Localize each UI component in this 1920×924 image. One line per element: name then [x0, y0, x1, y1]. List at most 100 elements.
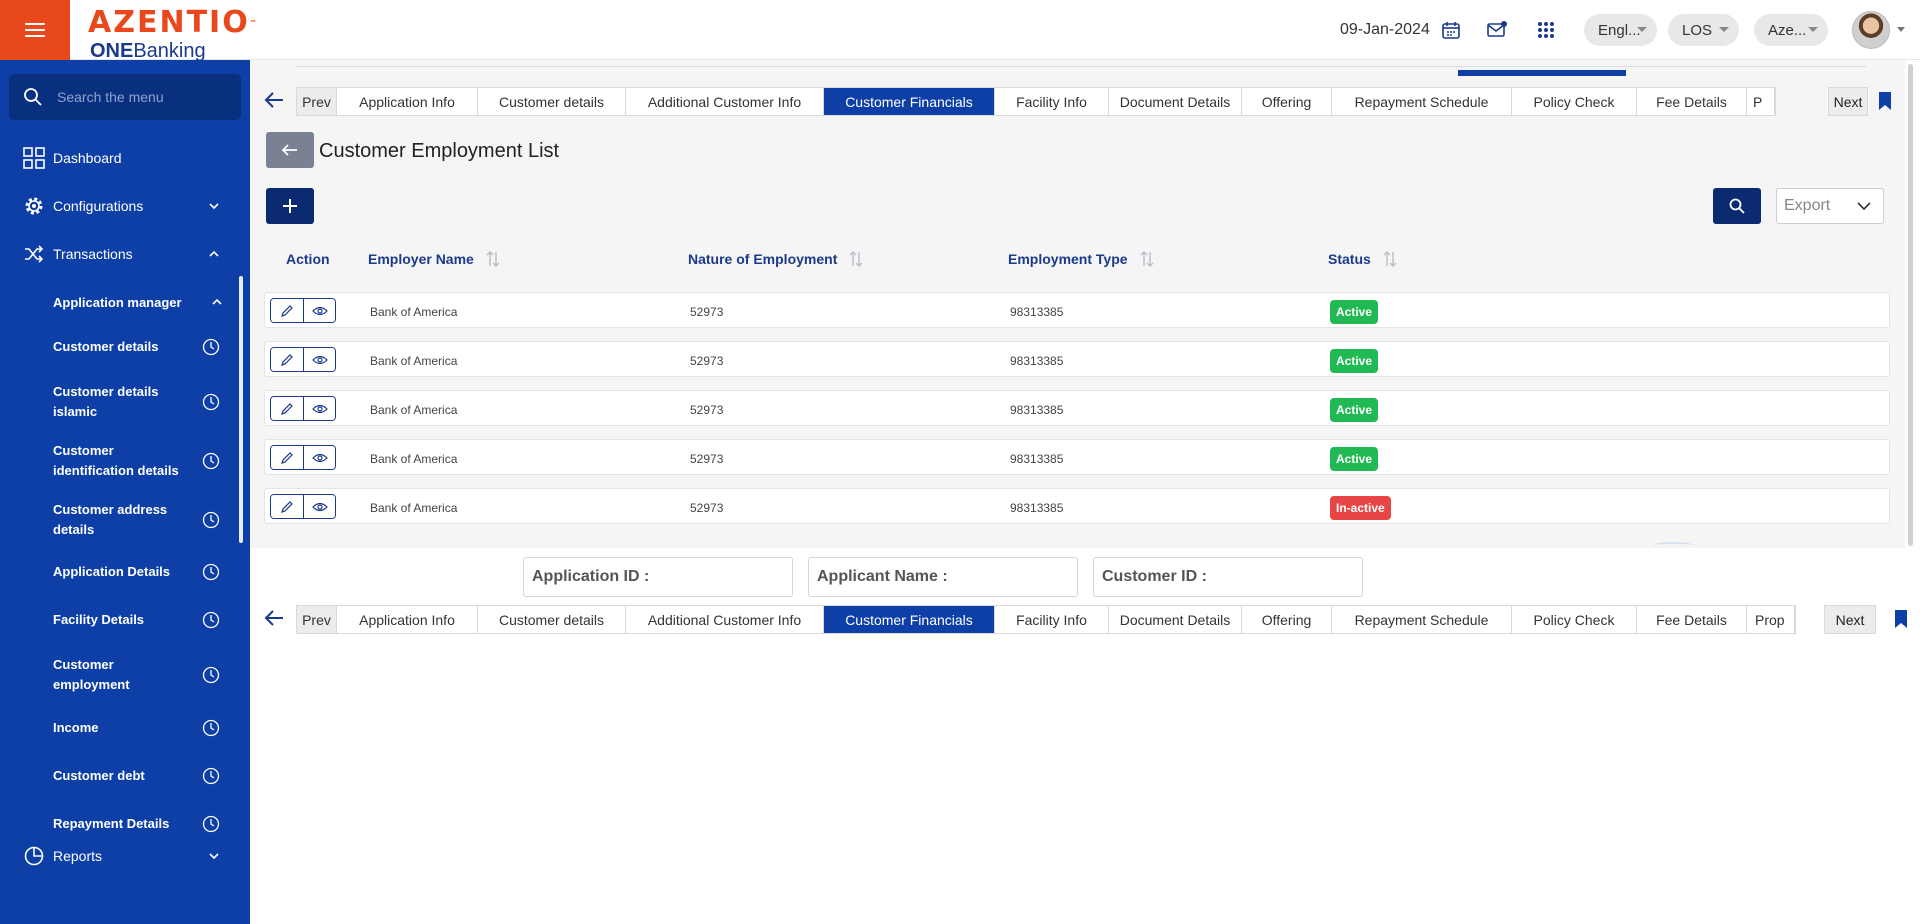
sidebar-item-application-manager[interactable]: Application manager [0, 288, 250, 316]
tab-fee-details[interactable]: Fee Details [1637, 88, 1747, 115]
tab-customer-financials[interactable]: Customer Financials [824, 88, 995, 115]
back-button[interactable] [266, 132, 314, 168]
sidebar-subitem-customer-details[interactable]: Customer details [0, 337, 240, 357]
calendar-icon[interactable] [1438, 17, 1464, 43]
tab-customer-financials[interactable]: Customer Financials [824, 606, 995, 633]
tab-policy-check[interactable]: Policy Check [1512, 88, 1637, 115]
edit-button[interactable] [271, 446, 303, 469]
tab-navigation-top: Prev Application Info Customer details A… [250, 84, 1920, 116]
row-actions [270, 298, 336, 323]
tab-document-details[interactable]: Document Details [1109, 88, 1242, 115]
edit-button[interactable] [271, 348, 303, 371]
tab-prev[interactable]: Prev [297, 88, 337, 115]
tab-customer-details[interactable]: Customer details [478, 606, 626, 633]
sidebar-item-dashboard[interactable]: Dashboard [0, 144, 250, 172]
apps-grid-icon[interactable] [1533, 17, 1559, 43]
view-button[interactable] [303, 299, 335, 322]
menu-search-input[interactable] [57, 89, 227, 105]
back-arrow-icon[interactable] [264, 91, 284, 109]
row-actions [270, 494, 336, 519]
language-select[interactable]: Engl... [1584, 14, 1657, 46]
sidebar-subitem-customer-identification-details[interactable]: Customer identification details [0, 441, 240, 481]
tab-facility-info[interactable]: Facility Info [995, 88, 1109, 115]
chevron-down-icon [1857, 202, 1871, 211]
add-employment-button[interactable] [266, 188, 314, 224]
employment-type-cell: 98313385 [1010, 354, 1064, 368]
row-actions [270, 396, 336, 421]
column-nature-of-employment[interactable]: Nature of Employment [688, 250, 865, 268]
tab-prop[interactable]: Prop [1747, 606, 1795, 633]
entity-select[interactable]: Aze... [1754, 14, 1828, 46]
clock-icon [202, 611, 220, 629]
tab-application-info[interactable]: Application Info [337, 606, 478, 633]
tab-policy-check[interactable]: Policy Check [1512, 606, 1637, 633]
status-badge: Active [1330, 398, 1379, 422]
table-row: Bank of America 52973 98313385 In-active [264, 488, 1890, 524]
back-arrow-icon[interactable] [264, 609, 284, 627]
nature-cell: 52973 [690, 452, 724, 466]
bookmark-icon[interactable] [1894, 609, 1908, 629]
edit-button[interactable] [271, 299, 303, 322]
panel-scrollbar[interactable] [1908, 64, 1913, 546]
clock-icon [202, 563, 220, 581]
eye-icon [311, 453, 328, 462]
tab-document-details[interactable]: Document Details [1109, 606, 1242, 633]
sidebar-subitem-facility-details[interactable]: Facility Details [0, 610, 240, 630]
user-avatar[interactable] [1852, 11, 1890, 49]
tab-repayment-schedule[interactable]: Repayment Schedule [1332, 88, 1512, 115]
column-status[interactable]: Status [1328, 250, 1399, 268]
sort-icon[interactable] [847, 250, 865, 268]
sort-icon[interactable] [1381, 250, 1399, 268]
view-button[interactable] [303, 348, 335, 371]
tab-repayment-schedule[interactable]: Repayment Schedule [1332, 606, 1512, 633]
column-employment-type[interactable]: Employment Type [1008, 250, 1156, 268]
tab-prop-truncated[interactable]: P [1747, 88, 1775, 115]
clock-icon [202, 815, 220, 833]
tab-offering[interactable]: Offering [1242, 606, 1332, 633]
sidebar-scrollbar[interactable] [239, 276, 243, 543]
bookmark-icon[interactable] [1878, 91, 1892, 111]
sidebar-subitem-application-details[interactable]: Application Details [0, 562, 240, 582]
tab-list: Prev Application Info Customer details A… [296, 87, 1776, 116]
sidebar-subitem-customer-debt[interactable]: Customer debt [0, 766, 240, 786]
edit-button[interactable] [271, 397, 303, 420]
tab-fee-details[interactable]: Fee Details [1637, 606, 1747, 633]
view-button[interactable] [303, 495, 335, 518]
sidebar-item-transactions[interactable]: Transactions [0, 240, 250, 268]
menu-toggle-button[interactable] [0, 0, 70, 60]
tab-additional-customer-info[interactable]: Additional Customer Info [626, 606, 824, 633]
tab-application-info[interactable]: Application Info [337, 88, 478, 115]
arrow-left-icon [281, 144, 297, 156]
tab-prev[interactable]: Prev [297, 606, 337, 633]
view-button[interactable] [303, 446, 335, 469]
sidebar-item-reports[interactable]: Reports [0, 842, 250, 870]
application-id-field: Application ID : [523, 557, 793, 597]
sidebar-item-label: Reports [53, 848, 103, 864]
status-badge: In-active [1330, 496, 1391, 520]
profile-caret-icon[interactable] [1897, 27, 1905, 32]
tab-next[interactable]: Next [1824, 605, 1876, 634]
sidebar-subitem-repayment-details[interactable]: Repayment Details [0, 814, 240, 834]
tab-additional-customer-info[interactable]: Additional Customer Info [626, 88, 824, 115]
sort-icon[interactable] [1138, 250, 1156, 268]
module-select[interactable]: LOS [1668, 14, 1739, 46]
sidebar-subitem-customer-details-islamic[interactable]: Customer details islamic [0, 382, 240, 422]
edit-button[interactable] [271, 495, 303, 518]
table-row: Bank of America 52973 98313385 Active [264, 439, 1890, 475]
employer-name-cell: Bank of America [370, 305, 458, 319]
table-search-button[interactable] [1713, 188, 1761, 224]
sidebar-subitem-customer-employment[interactable]: Customer employment [0, 655, 240, 695]
export-dropdown[interactable]: Export [1776, 188, 1884, 224]
tab-customer-details[interactable]: Customer details [478, 88, 626, 115]
sidebar-subitem-customer-address-details[interactable]: Customer address details [0, 500, 240, 540]
current-date: 09-Jan-2024 [1340, 21, 1430, 38]
tab-next[interactable]: Next [1828, 87, 1868, 116]
tab-facility-info[interactable]: Facility Info [995, 606, 1109, 633]
column-employer-name[interactable]: Employer Name [368, 250, 502, 268]
view-button[interactable] [303, 397, 335, 420]
mail-icon[interactable] [1484, 17, 1510, 43]
tab-offering[interactable]: Offering [1242, 88, 1332, 115]
sort-icon[interactable] [484, 250, 502, 268]
sidebar-subitem-income[interactable]: Income [0, 718, 240, 738]
sidebar-item-configurations[interactable]: Configurations [0, 192, 250, 220]
